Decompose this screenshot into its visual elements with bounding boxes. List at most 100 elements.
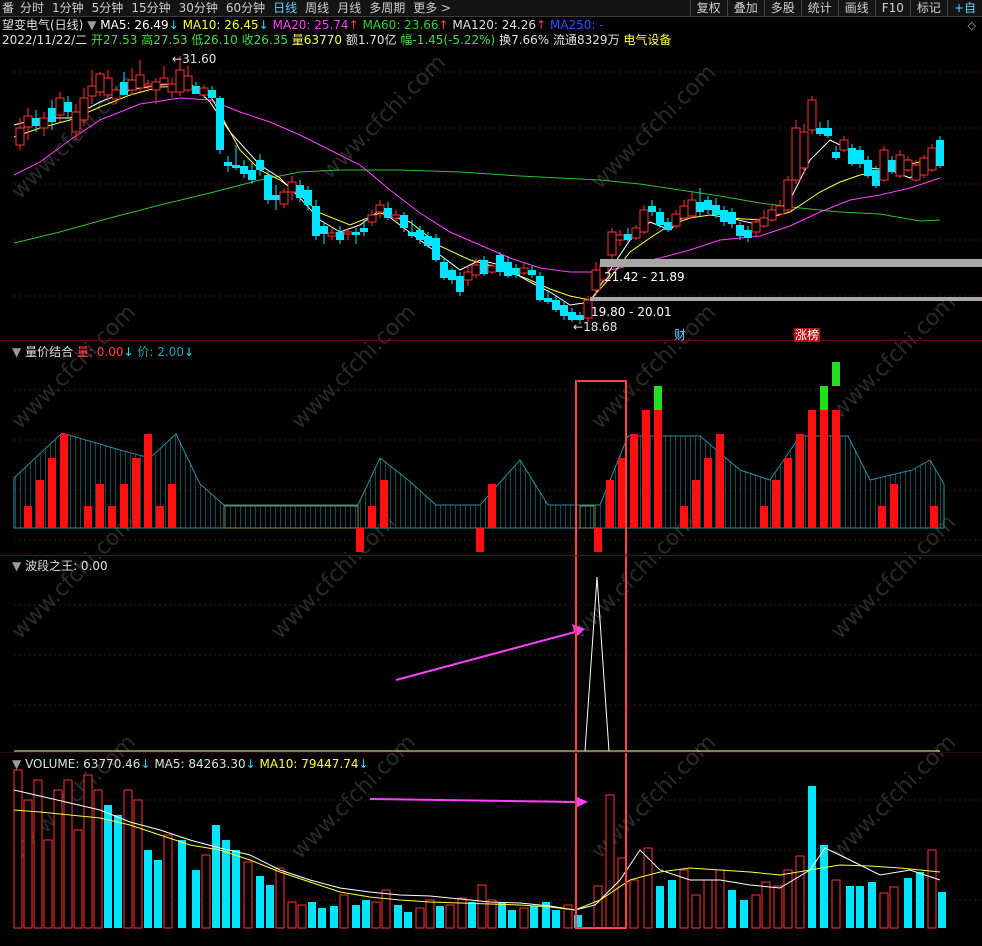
candle-body-up: [143, 83, 153, 87]
candle-body-up: [175, 69, 185, 93]
candle-body-down: [936, 140, 944, 166]
volume-bar-down: [212, 825, 220, 928]
candle-body-down: [512, 268, 520, 275]
volume-dropdown-icon[interactable]: ▼: [12, 757, 21, 771]
indicator2-value: : 0.00: [73, 559, 108, 573]
quote-volume: 量63770: [291, 33, 342, 47]
diamond-icon[interactable]: ◇: [968, 19, 976, 32]
watermark-text: www.cfchi.com: [587, 60, 721, 194]
dropdown-triangle-icon[interactable]: ▼: [87, 18, 96, 32]
candle-body-down: [224, 162, 232, 166]
volume-bar-up: [23, 799, 33, 929]
stock-title[interactable]: 望变电气(日线): [2, 18, 83, 32]
quote-float: 流通8329万: [553, 33, 620, 47]
volume-bar-down: [192, 870, 200, 928]
volume-price-bar: [24, 506, 32, 528]
volume-price-bar: [832, 410, 840, 528]
candle-body-down: [552, 300, 560, 310]
candle-body-down: [696, 202, 704, 212]
candle-body-down: [624, 234, 632, 240]
volume-price-bar: [654, 410, 662, 528]
candle-body-down: [504, 262, 512, 276]
volume-bar-up: [593, 885, 603, 929]
volume-bar-down: [808, 786, 816, 928]
volume-bar-up: [339, 894, 349, 929]
candle-body-up: [151, 81, 161, 91]
indicator2-dropdown-icon[interactable]: ▼: [12, 559, 21, 573]
quote-turnover: 换7.66%: [499, 33, 550, 47]
volume-price-bar-green: [832, 362, 840, 386]
quote-amount: 额1.70亿: [345, 33, 397, 47]
finance-marker[interactable]: 财: [674, 328, 686, 342]
main-legend: 望变电气(日线) ▼ MA5: 26.49↓ MA10: 26.45↓ MA20…: [2, 18, 604, 32]
candle-body-up: [199, 87, 209, 96]
quote-close: 收26.35: [241, 33, 288, 47]
watermark-text: www.cfchi.com: [827, 290, 961, 424]
volume-ma10: MA10: 79447.74: [259, 757, 359, 771]
zone-upper-band: [600, 259, 982, 267]
volume-bar-down: [656, 886, 664, 928]
candle-body-down: [856, 150, 864, 164]
quote-change: 幅-1.45(-5.22%): [400, 33, 496, 47]
candle-body-up: [391, 214, 401, 219]
volume-bar-up: [73, 829, 83, 929]
candle-body-down: [720, 210, 728, 222]
quote-open: 开27.53: [91, 33, 138, 47]
watermark-text: www.cfchi.com: [287, 300, 421, 434]
candle-body-up: [471, 264, 481, 276]
volume-bar-up: [831, 879, 841, 929]
volume-legend: ▼ VOLUME: 63770.46↓ MA5: 84263.30↓ MA10:…: [12, 757, 369, 771]
indicator1-title[interactable]: 量价结合: [25, 345, 73, 359]
volume-bar-up: [617, 857, 627, 929]
candle-body-up: [607, 231, 617, 256]
candle-body-up: [127, 79, 137, 91]
volume-bar-down: [820, 845, 828, 928]
quote-high: 高27.53: [141, 33, 188, 47]
candle-body-down: [312, 206, 320, 236]
candle-body-up: [375, 204, 385, 213]
zone-upper-label: 21.42 - 21.89: [604, 270, 685, 284]
volume-bar-down: [846, 886, 854, 928]
volume-value[interactable]: VOLUME: 63770.46: [25, 757, 140, 771]
candle-body-down: [120, 82, 128, 95]
candle-body-down: [480, 260, 488, 274]
volume-bar-up: [13, 769, 23, 929]
ma60-label: MA60: 23.66: [362, 18, 439, 32]
volume-bar-down: [178, 840, 186, 928]
limit-up-marker[interactable]: 涨榜: [794, 328, 821, 342]
volume-price-bar: [808, 410, 816, 528]
candle-body-down: [400, 215, 408, 228]
candle-body-up: [903, 159, 913, 171]
candle-body-down: [888, 160, 896, 172]
volume-price-bar: [606, 480, 614, 528]
candle-body-up: [807, 99, 817, 131]
candle-body-down: [728, 212, 736, 224]
candle-body-up: [671, 213, 681, 227]
volume-bar-down: [362, 900, 370, 928]
chart-canvas[interactable]: www.cfchi.com www.cfchi.com www.cfchi.com w…: [0, 0, 982, 946]
volume-bar-down: [144, 850, 152, 928]
volume-bar-up: [761, 881, 771, 929]
candle-body-down: [432, 238, 440, 260]
volume-bar-up: [53, 789, 63, 929]
ma120-label: MA120: 24.26: [452, 18, 537, 32]
volume-bar-up: [201, 854, 211, 929]
watermark-text: www.cfchi.com: [7, 300, 141, 434]
quote-date: 2022/11/22/二: [2, 33, 88, 47]
candle-body-up: [71, 111, 81, 133]
candle-body-down: [744, 230, 752, 238]
volume-bar-up: [691, 894, 701, 929]
volume-price-bar: [36, 480, 44, 528]
volume-bar-down: [904, 878, 912, 928]
candle-body-down: [704, 200, 712, 210]
candle-body-down: [384, 208, 392, 218]
candle-body-down: [648, 206, 656, 212]
indicator1-dropdown-icon[interactable]: ▼: [12, 345, 21, 359]
candle-body-up: [791, 127, 801, 181]
volume-price-bar: [594, 528, 602, 552]
candle-body-up: [87, 85, 97, 97]
candle-body-down: [528, 270, 536, 275]
indicator2-title[interactable]: 波段之王: [25, 559, 73, 573]
candle-body-up: [879, 149, 889, 181]
stock-chart-window: { "toolbar":{ "left_tab":"番", "periods":…: [0, 0, 982, 946]
